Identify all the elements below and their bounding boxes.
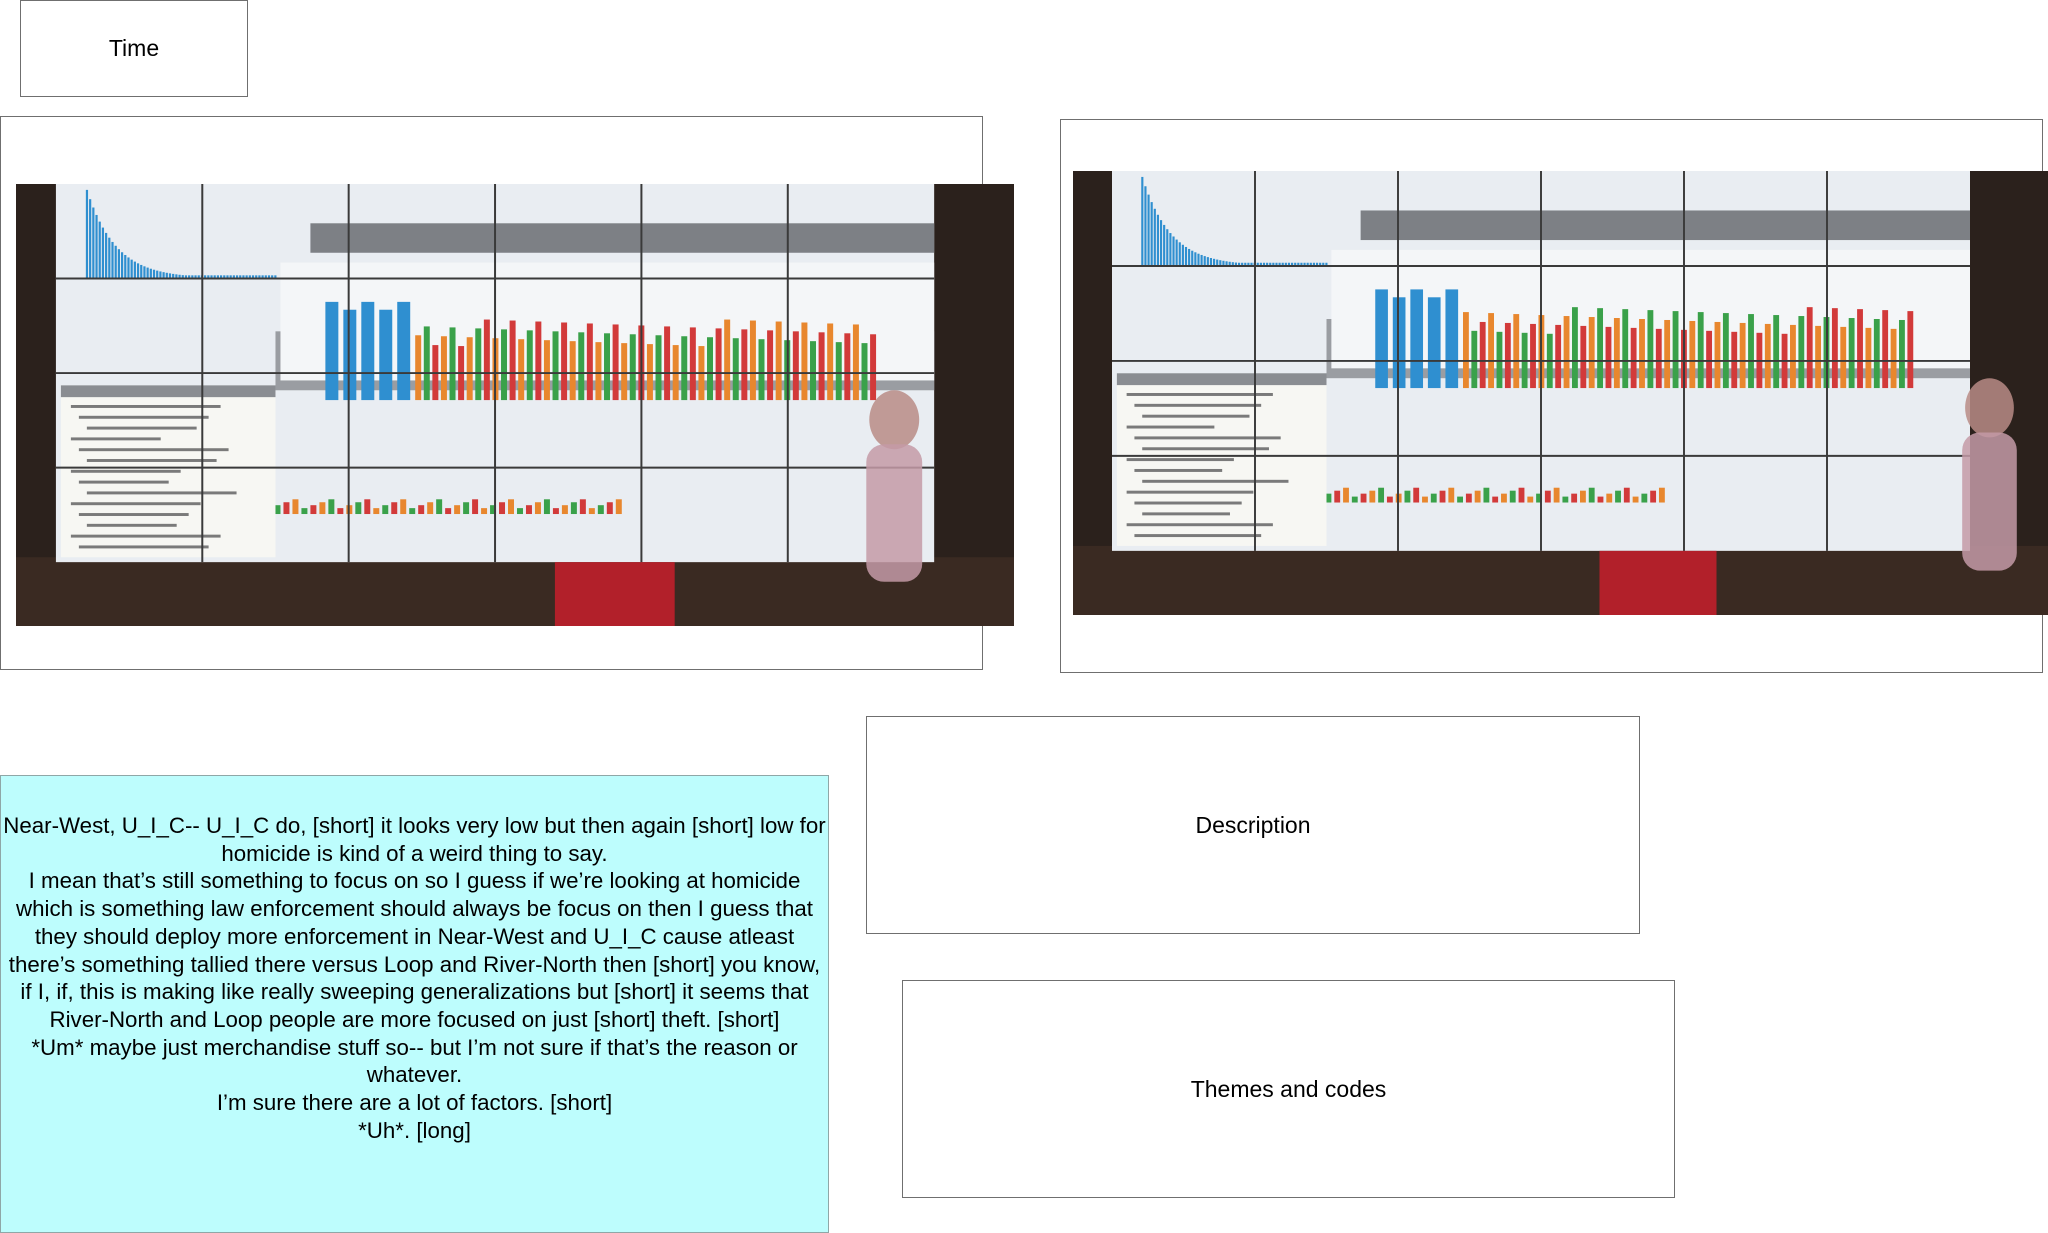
themes-and-codes-label: Themes and codes [1190,1075,1387,1102]
description-box: Description [866,716,1640,934]
time-label: Time [108,35,160,61]
transcript-paragraph: *Um* maybe just merchandise stuff so-- b… [31,1034,798,1088]
time-label-box: Time [20,0,248,97]
wall-display-photo-2 [1073,171,2048,615]
transcript-note: Near-West, U_I_C-- U_I_C do, [short] it … [0,775,829,1233]
themes-and-codes-box: Themes and codes [902,980,1675,1198]
transcript-paragraph: Near-West, U_I_C-- U_I_C do, [short] it … [3,813,826,866]
transcript-paragraph: *Uh*. [long] [358,1117,471,1143]
transcript-paragraph: I’m sure there are a lot of factors. [sh… [216,1090,613,1116]
description-label: Description [1195,811,1311,838]
wall-display-photo-1 [16,184,1014,626]
transcript-paragraph: I mean that’s still something to focus o… [8,868,821,1032]
